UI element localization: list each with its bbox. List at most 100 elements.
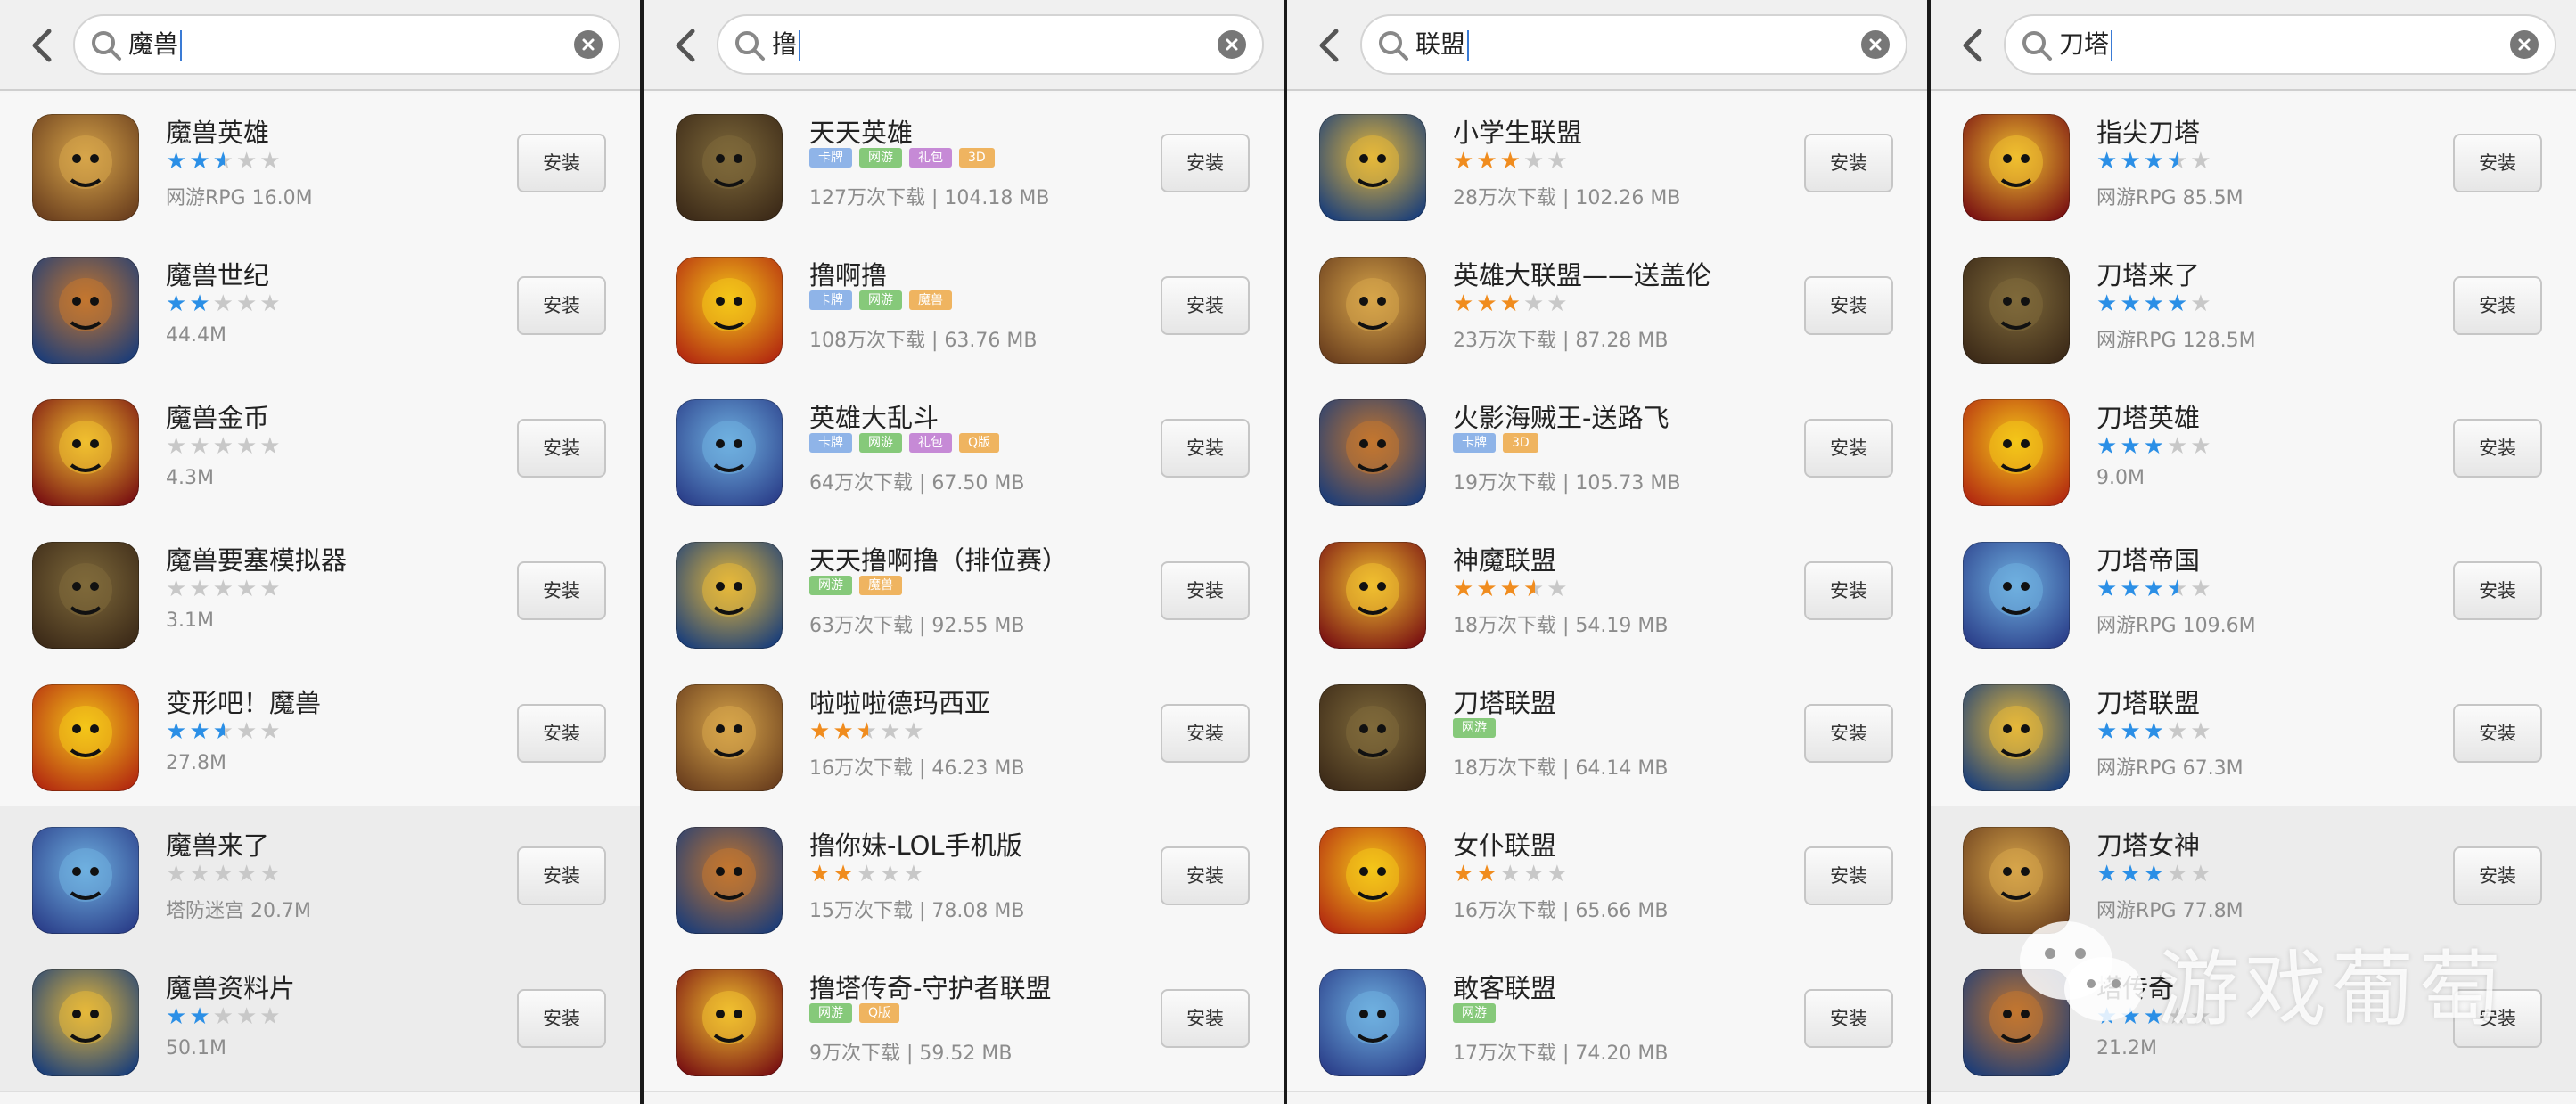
cute-witch-icon: [676, 827, 783, 934]
app-list-item[interactable]: 撸啊撸 卡牌 网游 魔兽 108万次下载 | 63.76 MB 安装: [644, 235, 1284, 380]
install-button[interactable]: 安装: [1161, 561, 1250, 620]
install-button[interactable]: 安装: [1804, 846, 1893, 905]
star-icon: ★: [189, 861, 213, 887]
app-list-item[interactable]: 啦啦啦德玛西亚 ★★★★★ 16万次下载 | 46.23 MB 安装: [644, 663, 1284, 807]
star-icon: ★: [166, 1003, 190, 1030]
app-list-item[interactable]: 变形吧！魔兽 ★★★★★ 27.8M 安装: [0, 663, 640, 807]
app-list-item[interactable]: 刀塔联盟 网游 18万次下载 | 64.14 MB 安装: [1287, 663, 1927, 807]
search-input[interactable]: 刀塔: [2004, 14, 2556, 75]
app-list-item[interactable]: 魔兽金币 ★★★★★ 4.3M 安装: [0, 378, 640, 522]
install-button[interactable]: 安装: [517, 134, 606, 192]
star-icon: ★: [259, 576, 283, 602]
app-list-item[interactable]: 撸你妹-LOL手机版 ★★★★★ 15万次下载 | 78.08 MB 安装: [644, 806, 1284, 950]
install-button[interactable]: 安装: [1804, 276, 1893, 335]
clear-icon[interactable]: [1218, 30, 1246, 59]
category-tag: 卡牌: [809, 148, 852, 168]
install-button[interactable]: 安装: [1804, 419, 1893, 478]
app-list-item[interactable]: 火影海贼王-送路飞 卡牌 3D 19万次下载 | 105.73 MB 安装: [1287, 378, 1927, 522]
app-list-item[interactable]: 英雄大乱斗 卡牌 网游 礼包 Q版 64万次下载 | 67.50 MB 安装: [644, 378, 1284, 522]
install-button[interactable]: 安装: [1161, 419, 1250, 478]
back-button[interactable]: [1950, 21, 1993, 70]
app-list-item[interactable]: 女仆联盟 ★★★★★ 16万次下载 | 65.66 MB 安装: [1287, 806, 1927, 950]
demon-horned-icon: [1319, 542, 1426, 649]
app-list-item[interactable]: 神魔联盟 ★★★★★ 18万次下载 | 54.19 MB 安装: [1287, 520, 1927, 665]
install-button[interactable]: 安装: [2453, 419, 2542, 478]
app-list-item[interactable]: 指尖刀塔 ★★★★★ 网游RPG 85.5M 安装: [1931, 93, 2576, 237]
app-list-item[interactable]: 英雄大联盟——送盖伦 ★★★★★ 23万次下载 | 87.28 MB 安装: [1287, 235, 1927, 380]
install-button[interactable]: 安装: [2453, 134, 2542, 192]
chevron-left-icon: [1963, 29, 1982, 62]
clear-icon[interactable]: [2510, 30, 2539, 59]
install-button[interactable]: 安装: [517, 419, 606, 478]
star-icon: ★: [2143, 861, 2167, 887]
armored-knight-icon: [676, 542, 783, 649]
clear-icon[interactable]: [1861, 30, 1890, 59]
search-input[interactable]: 魔兽: [73, 14, 620, 75]
install-button[interactable]: 安装: [1804, 134, 1893, 192]
install-button[interactable]: 安装: [517, 561, 606, 620]
clear-icon[interactable]: [574, 30, 603, 59]
text-caret: [799, 30, 801, 61]
search-query: 联盟: [1415, 16, 1470, 73]
app-list-item[interactable]: 魔兽要塞模拟器 ★★★★★ 3.1M 安装: [0, 520, 640, 665]
install-button[interactable]: 安装: [517, 989, 606, 1048]
search-icon: [733, 29, 767, 62]
app-list-item[interactable]: 敢客联盟 网游 17万次下载 | 74.20 MB 安装: [1287, 948, 1927, 1092]
back-button[interactable]: [663, 21, 706, 70]
app-meta: 16万次下载 | 65.66 MB: [1453, 900, 1669, 922]
install-button[interactable]: 安装: [1161, 276, 1250, 335]
app-list-item[interactable]: 小学生联盟 ★★★★★ 28万次下载 | 102.26 MB 安装: [1287, 93, 1927, 237]
star-rating: ★★★★★: [166, 290, 283, 317]
star-rating: ★★★★★: [166, 1003, 283, 1030]
star-icon: ★: [903, 861, 927, 887]
app-name: 刀塔女神: [2096, 830, 2201, 861]
teemo-icon: [1319, 969, 1426, 1076]
search-input[interactable]: 撸: [717, 14, 1264, 75]
text-caret: [1467, 30, 1470, 61]
app-list-item[interactable]: 天天撸啊撸（排位赛） 网游 魔兽 63万次下载 | 92.55 MB 安装: [644, 520, 1284, 665]
install-button[interactable]: 安装: [1161, 846, 1250, 905]
star-icon: ★: [2120, 290, 2144, 317]
install-button[interactable]: 安装: [1804, 989, 1893, 1048]
install-button[interactable]: 安装: [1804, 561, 1893, 620]
search-query: 魔兽: [128, 16, 183, 73]
install-button[interactable]: 安装: [1161, 989, 1250, 1048]
purple-mage-icon: [1963, 257, 2070, 364]
app-meta: 108万次下载 | 63.76 MB: [809, 330, 1038, 352]
install-button[interactable]: 安装: [2453, 846, 2542, 905]
werewolf-icon: [32, 827, 139, 934]
app-name: 变形吧！魔兽: [166, 688, 322, 718]
install-button[interactable]: 安装: [2453, 704, 2542, 763]
app-list-item[interactable]: 魔兽世纪 ★★★★★ 44.4M 安装: [0, 235, 640, 380]
search-input[interactable]: 联盟: [1360, 14, 1907, 75]
app-list-item[interactable]: 天天英雄 卡牌 网游 礼包 3D 127万次下载 | 104.18 MB 安装: [644, 93, 1284, 237]
app-list-item[interactable]: 刀塔联盟 ★★★★★ 网游RPG 67.3M 安装: [1931, 663, 2576, 807]
back-button[interactable]: [20, 21, 62, 70]
back-button[interactable]: [1307, 21, 1350, 70]
install-button[interactable]: 安装: [1804, 704, 1893, 763]
app-list-item[interactable]: 刀塔英雄 ★★★★★ 9.0M 安装: [1931, 378, 2576, 522]
blonde-warrior-icon: [1319, 114, 1426, 221]
star-icon: ★: [1546, 148, 1571, 175]
star-icon: ★: [2190, 861, 2214, 887]
install-button[interactable]: 安装: [2453, 276, 2542, 335]
install-button[interactable]: 安装: [1161, 704, 1250, 763]
category-tag: Q版: [959, 433, 1000, 453]
star-icon: ★: [1522, 576, 1547, 602]
install-button[interactable]: 安装: [517, 846, 606, 905]
app-name: 魔兽来了: [166, 830, 270, 861]
app-list-item[interactable]: 魔兽来了 ★★★★★ 塔防迷宫 20.7M 安装: [0, 806, 640, 950]
app-list-item[interactable]: 撸塔传奇-守护者联盟 网游 Q版 9万次下载 | 59.52 MB 安装: [644, 948, 1284, 1092]
app-list-item[interactable]: 魔兽英雄 ★★★★★ 网游RPG 16.0M 安装: [0, 93, 640, 237]
star-rating: ★★★★★: [2096, 576, 2214, 602]
star-icon: ★: [1499, 861, 1523, 887]
star-icon: ★: [2190, 148, 2214, 175]
app-list-item[interactable]: 刀塔来了 ★★★★★ 网游RPG 128.5M 安装: [1931, 235, 2576, 380]
install-button[interactable]: 安装: [517, 704, 606, 763]
install-button[interactable]: 安装: [517, 276, 606, 335]
star-rating: ★★★★★: [809, 861, 927, 887]
install-button[interactable]: 安装: [2453, 561, 2542, 620]
install-button[interactable]: 安装: [1161, 134, 1250, 192]
app-list-item[interactable]: 魔兽资料片 ★★★★★ 50.1M 安装: [0, 948, 640, 1092]
app-list-item[interactable]: 刀塔帝国 ★★★★★ 网游RPG 109.6M 安装: [1931, 520, 2576, 665]
